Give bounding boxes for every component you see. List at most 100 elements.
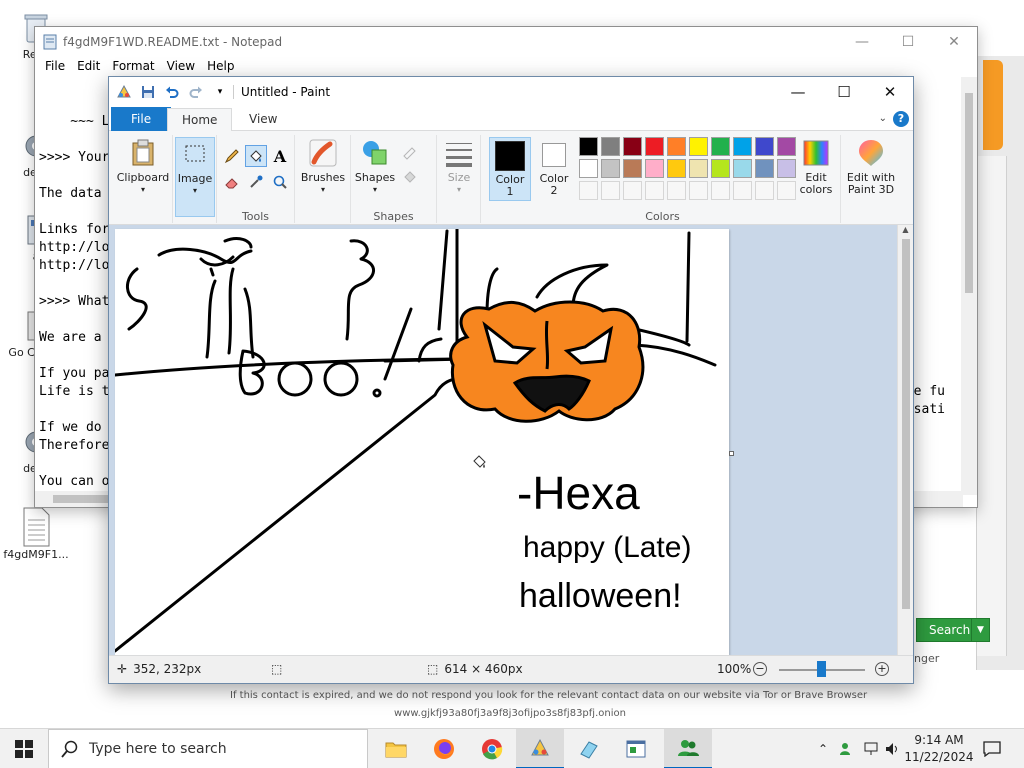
help-icon[interactable]: ? (893, 111, 909, 127)
app-taskbar-button[interactable] (564, 729, 612, 768)
image-button[interactable]: Image ▾ (175, 137, 215, 217)
size-button[interactable]: Size ▾ (439, 137, 479, 196)
palette-swatch[interactable] (667, 159, 686, 178)
palette-swatch[interactable] (601, 137, 620, 156)
taskbar-search-box[interactable]: Type here to search (48, 729, 368, 768)
color1-button[interactable]: Color 1 (489, 137, 531, 201)
firefox-button[interactable] (420, 729, 468, 768)
scrollbar-thumb[interactable] (965, 93, 973, 293)
paint-canvas[interactable]: -Hexa happy (Late) halloween! (113, 227, 729, 655)
close-button[interactable]: ✕ (867, 77, 913, 107)
palette-custom-slot[interactable] (623, 181, 642, 200)
minimize-button[interactable]: — (839, 27, 885, 57)
palette-swatch[interactable] (623, 137, 642, 156)
palette-custom-slot[interactable] (667, 181, 686, 200)
chevron-up-icon[interactable]: ⌃ (814, 729, 832, 768)
minimize-button[interactable]: — (775, 77, 821, 107)
eraser-icon[interactable] (221, 171, 243, 193)
menu-view[interactable]: View (161, 57, 201, 77)
palette-custom-slot[interactable] (733, 181, 752, 200)
tab-home[interactable]: Home (167, 108, 233, 131)
undo-icon[interactable] (163, 83, 181, 101)
notepad-titlebar[interactable]: f4gdM9F1WD.README.txt - Notepad (35, 27, 977, 57)
canvas-resize-handle[interactable] (729, 451, 734, 456)
menu-edit[interactable]: Edit (71, 57, 106, 77)
palette-swatch[interactable] (667, 137, 686, 156)
notepad-vertical-scrollbar[interactable] (961, 77, 977, 495)
file-explorer-button[interactable] (372, 729, 420, 768)
notification-icon[interactable] (980, 729, 1004, 768)
redo-icon[interactable] (187, 83, 205, 101)
palette-custom-slot[interactable] (645, 181, 664, 200)
palette-swatch[interactable] (755, 159, 774, 178)
zoom-slider-thumb[interactable] (817, 661, 826, 677)
background-search-button[interactable]: Search ▼ (916, 618, 990, 642)
palette-swatch[interactable] (601, 159, 620, 178)
brushes-button[interactable]: Brushes ▾ (297, 137, 349, 196)
tab-file[interactable]: File (111, 107, 172, 131)
palette-custom-slot[interactable] (755, 181, 774, 200)
text-tool-icon[interactable]: A (269, 145, 291, 167)
zoom-in-button[interactable]: + (875, 662, 889, 676)
chevron-down-icon[interactable]: ▼ (971, 619, 989, 641)
outline-icon[interactable] (399, 141, 421, 163)
volume-icon[interactable] (882, 729, 904, 768)
shapes-button[interactable]: Shapes ▾ (353, 137, 397, 196)
edit-colors-label-2: colors (799, 183, 833, 196)
background-app-window[interactable] (976, 56, 1024, 670)
zoom-out-button[interactable]: − (753, 662, 767, 676)
menu-format[interactable]: Format (106, 57, 160, 77)
scrollbar-thumb[interactable] (902, 239, 910, 609)
scrollbar-thumb[interactable] (53, 495, 113, 503)
palette-swatch[interactable] (733, 159, 752, 178)
pencil-icon[interactable] (221, 145, 243, 167)
cursor-position: ✛ 352, 232px (117, 662, 201, 676)
palette-swatch[interactable] (711, 137, 730, 156)
clipboard-button[interactable]: Clipboard ▾ (115, 137, 171, 196)
palette-custom-slot[interactable] (689, 181, 708, 200)
paint-window[interactable]: ▾ Untitled - Paint — ☐ ✕ File Home View … (108, 76, 914, 684)
palette-swatch[interactable] (623, 159, 642, 178)
edit-colors-button[interactable]: Edit colors (793, 137, 839, 196)
network-app-taskbar-button[interactable] (664, 729, 712, 768)
zoom-level: 100% (717, 662, 752, 676)
palette-swatch[interactable] (733, 137, 752, 156)
palette-swatch[interactable] (711, 159, 730, 178)
chevron-down-icon[interactable]: ⌄ (879, 113, 887, 124)
fill-bucket-icon[interactable] (245, 145, 267, 167)
edit-with-paint3d-button[interactable]: Edit with Paint 3D (843, 137, 899, 196)
color2-number: 2 (550, 184, 558, 197)
notepad-taskbar-button[interactable] (612, 729, 660, 768)
maximize-button[interactable]: ☐ (821, 77, 867, 107)
palette-custom-slot[interactable] (711, 181, 730, 200)
palette-swatch[interactable] (689, 159, 708, 178)
paint-titlebar[interactable]: ▾ Untitled - Paint — ☐ ✕ (109, 77, 913, 107)
start-button[interactable] (0, 729, 48, 768)
color2-button[interactable]: Color 2 (533, 137, 575, 201)
palette-swatch[interactable] (579, 137, 598, 156)
tray-user-icon[interactable] (836, 729, 858, 768)
palette-custom-slot[interactable] (601, 181, 620, 200)
magnifier-icon[interactable] (269, 171, 291, 193)
palette-swatch[interactable] (645, 159, 664, 178)
network-icon[interactable] (860, 729, 882, 768)
color-picker-icon[interactable] (245, 171, 267, 193)
palette-swatch[interactable] (755, 137, 774, 156)
customize-toolbar-icon[interactable]: ▾ (211, 83, 229, 101)
taskbar-clock[interactable]: 9:14 AM 11/22/2024 (904, 732, 974, 766)
chrome-button[interactable] (468, 729, 516, 768)
palette-swatch[interactable] (579, 159, 598, 178)
fill-icon[interactable] (399, 165, 421, 187)
menu-file[interactable]: File (39, 57, 71, 77)
paint-vertical-scrollbar[interactable]: ▲ (897, 225, 913, 655)
maximize-button[interactable]: ☐ (885, 27, 931, 57)
menu-help[interactable]: Help (201, 57, 240, 77)
desktop-icon-readme[interactable]: f4gdM9F1... (0, 506, 72, 561)
palette-custom-slot[interactable] (579, 181, 598, 200)
palette-swatch[interactable] (645, 137, 664, 156)
paint-taskbar-button[interactable] (516, 729, 564, 768)
palette-swatch[interactable] (689, 137, 708, 156)
tab-view[interactable]: View (235, 108, 291, 131)
save-icon[interactable] (139, 83, 157, 101)
close-button[interactable]: ✕ (931, 27, 977, 57)
